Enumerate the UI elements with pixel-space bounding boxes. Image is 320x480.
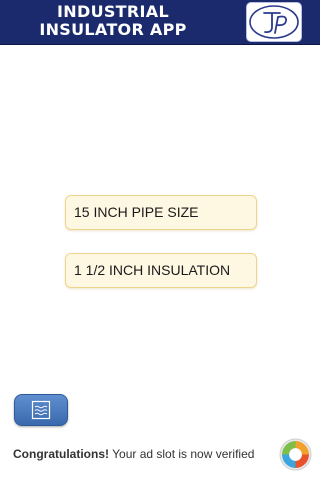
jp-logo-icon bbox=[246, 2, 302, 42]
app-title: INDUSTRIAL INSULATOR APP bbox=[18, 3, 208, 39]
pipe-size-selector[interactable]: 15 INCH PIPE SIZE bbox=[65, 195, 257, 230]
app-title-line2: INSULATOR APP bbox=[39, 20, 187, 39]
app-title-line1: INDUSTRIAL bbox=[57, 2, 169, 21]
notes-icon bbox=[31, 400, 51, 420]
ad-network-logo-icon[interactable] bbox=[279, 438, 312, 471]
notes-menu-button[interactable] bbox=[14, 394, 68, 426]
ad-headline: Congratulations! bbox=[13, 447, 109, 461]
app-header: INDUSTRIAL INSULATOR APP bbox=[0, 0, 320, 45]
insulation-thickness-selector[interactable]: 1 1/2 INCH INSULATION bbox=[65, 253, 257, 288]
ad-banner[interactable]: Congratulations! Your ad slot is now ver… bbox=[0, 432, 320, 480]
ad-text: Congratulations! Your ad slot is now ver… bbox=[13, 447, 254, 461]
ad-message: Your ad slot is now verified bbox=[109, 447, 255, 461]
